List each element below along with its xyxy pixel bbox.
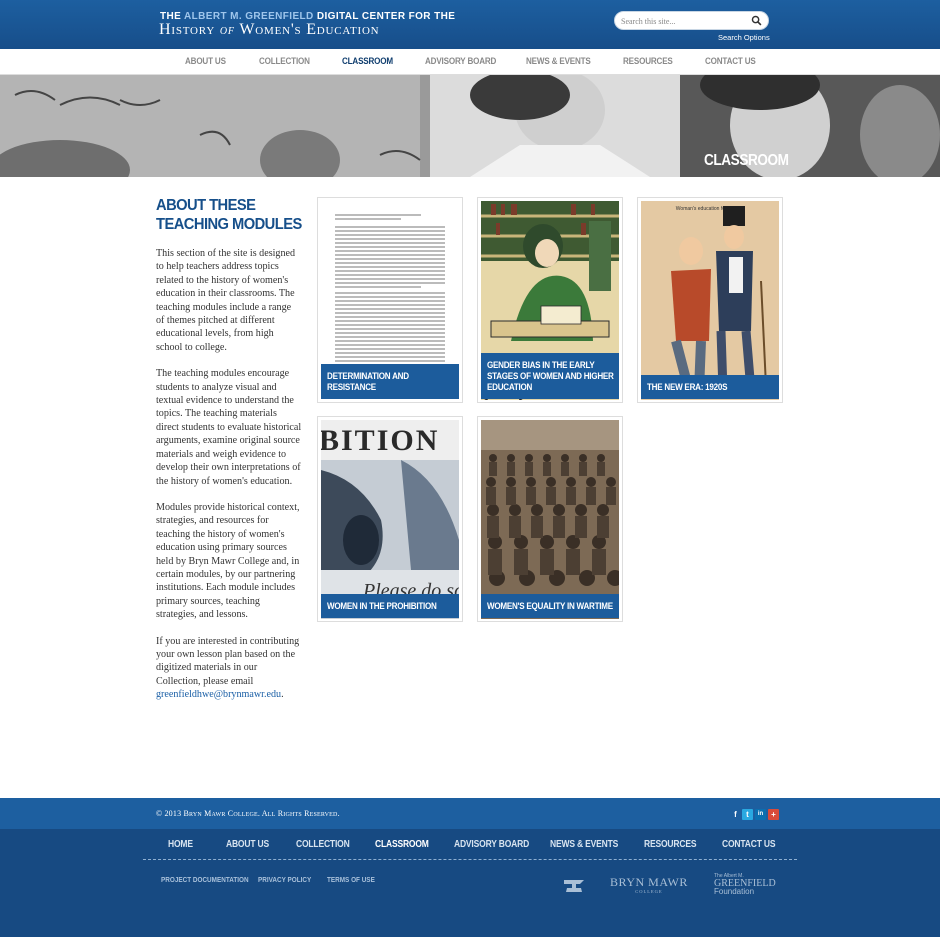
bryn-mawr-logo-text: BRYN MAWR bbox=[610, 875, 688, 889]
module-caption-text: Women in the Prohibition bbox=[327, 601, 437, 612]
sidebar-paragraph: Modules provide historical context, stra… bbox=[156, 501, 300, 621]
module-caption-text: Determination and Resistance bbox=[327, 371, 409, 393]
footer-nav-resources[interactable]: Resources bbox=[644, 839, 696, 850]
page-title: Classroom bbox=[704, 152, 789, 169]
copyright-text: © 2013 Bryn Mawr College. All Rights Res… bbox=[156, 809, 340, 818]
module-card-determination[interactable]: Determination and Resistance bbox=[317, 197, 463, 403]
footer-link-privacy-policy[interactable]: Privacy Policy bbox=[258, 875, 311, 884]
sidebar-text: . bbox=[281, 689, 284, 701]
module-thumbnail bbox=[481, 420, 619, 619]
module-caption: Women's Equality in Wartime bbox=[481, 594, 619, 618]
about-sidebar: About These Teaching Modules This sectio… bbox=[156, 196, 302, 702]
site-logo-line2[interactable]: History of Women's Education bbox=[159, 21, 379, 39]
search-icon[interactable] bbox=[751, 15, 762, 26]
copyright-bar: © 2013 Bryn Mawr College. All Rights Res… bbox=[0, 798, 940, 829]
module-caption: Gender Bias in the Early Stages of Women… bbox=[481, 353, 619, 399]
site-footer: Home About Us Collection Classroom Advis… bbox=[0, 829, 940, 937]
module-caption: The New Era: 1920s bbox=[641, 375, 779, 399]
main-nav: About Us Collection Classroom Advisory B… bbox=[0, 49, 940, 75]
module-card-new-era-1920s[interactable]: Woman's education for women The New Era:… bbox=[637, 197, 783, 403]
search-box bbox=[614, 11, 769, 30]
anvil-logo-icon[interactable] bbox=[562, 876, 586, 896]
sidebar-paragraph: If you are interested in contributing yo… bbox=[156, 635, 302, 702]
module-card-wartime[interactable]: Women's Equality in Wartime bbox=[477, 416, 623, 622]
facebook-icon[interactable]: f bbox=[730, 809, 741, 820]
nav-item-classroom[interactable]: Classroom bbox=[342, 56, 393, 67]
footer-link-project-documentation[interactable]: Project Documentation bbox=[161, 875, 249, 884]
search-options-link[interactable]: Search Options bbox=[718, 33, 770, 42]
email-link[interactable]: greenfieldhwe@brynmawr.edu bbox=[156, 689, 281, 700]
sidebar-text: If you are interested in contributing yo… bbox=[156, 635, 300, 687]
search-input[interactable] bbox=[621, 14, 746, 28]
module-caption-text: The New Era: 1920s bbox=[647, 382, 728, 393]
footer-nav-collection[interactable]: Collection bbox=[296, 839, 350, 850]
google-plus-icon[interactable]: + bbox=[768, 809, 779, 820]
nav-item-news-events[interactable]: News & Events bbox=[526, 56, 591, 67]
logo-text: of bbox=[219, 23, 235, 38]
sidebar-paragraph: This section of the site is designed to … bbox=[156, 248, 296, 353]
footer-nav-news-events[interactable]: News & Events bbox=[550, 839, 618, 850]
footer-nav-classroom[interactable]: Classroom bbox=[375, 839, 429, 850]
footer-nav-advisory-board[interactable]: Advisory Board bbox=[454, 839, 529, 850]
module-card-prohibition[interactable]: BITION Please do so Women in the Prohibi… bbox=[317, 416, 463, 622]
sidebar-paragraph: The teaching modules encourage students … bbox=[156, 368, 302, 487]
module-thumbnail: Woman's education for women bbox=[641, 201, 779, 400]
footer-nav-contact-us[interactable]: Contact Us bbox=[722, 839, 776, 850]
module-caption: Women in the Prohibition bbox=[321, 594, 459, 618]
nav-item-collection[interactable]: Collection bbox=[259, 56, 310, 67]
module-caption: Determination and Resistance bbox=[321, 364, 459, 399]
module-caption-text: Women's Equality in Wartime bbox=[487, 601, 613, 612]
nav-item-advisory-board[interactable]: Advisory Board bbox=[425, 56, 496, 67]
greenfield-foundation-logo[interactable]: The Albert M. GREENFIELD Foundation bbox=[714, 873, 784, 896]
hero-banner: Classroom bbox=[0, 75, 940, 177]
site-header: The Albert M. Greenfield Digital Center … bbox=[0, 0, 940, 49]
logo-text: History bbox=[159, 21, 216, 38]
footer-nav-about-us[interactable]: About Us bbox=[226, 839, 269, 850]
bryn-mawr-logo[interactable]: BRYN MAWR COLLEGE bbox=[610, 875, 688, 894]
logo-text: Women's Education bbox=[239, 21, 380, 38]
hero-photo bbox=[0, 75, 940, 177]
footer-nav-home[interactable]: Home bbox=[168, 839, 193, 850]
sidebar-title: About These Teaching Modules bbox=[156, 197, 302, 233]
nav-item-about-us[interactable]: About Us bbox=[185, 56, 226, 67]
sign-banner-text: BITION bbox=[321, 424, 439, 457]
twitter-icon[interactable]: t bbox=[742, 809, 753, 820]
module-thumbnail: BITION Please do so bbox=[321, 420, 459, 619]
linkedin-icon[interactable]: in bbox=[755, 809, 766, 820]
nav-item-contact-us[interactable]: Contact Us bbox=[705, 56, 756, 67]
footer-divider bbox=[143, 859, 797, 860]
module-caption-text: Gender Bias in the Early Stages of Women… bbox=[487, 360, 614, 393]
module-card-gender-bias[interactable]: Gender Bias in the Early Stages of Women… bbox=[477, 197, 623, 403]
nav-item-resources[interactable]: Resources bbox=[623, 56, 673, 67]
footer-link-terms-of-use[interactable]: Terms of Use bbox=[327, 875, 375, 884]
